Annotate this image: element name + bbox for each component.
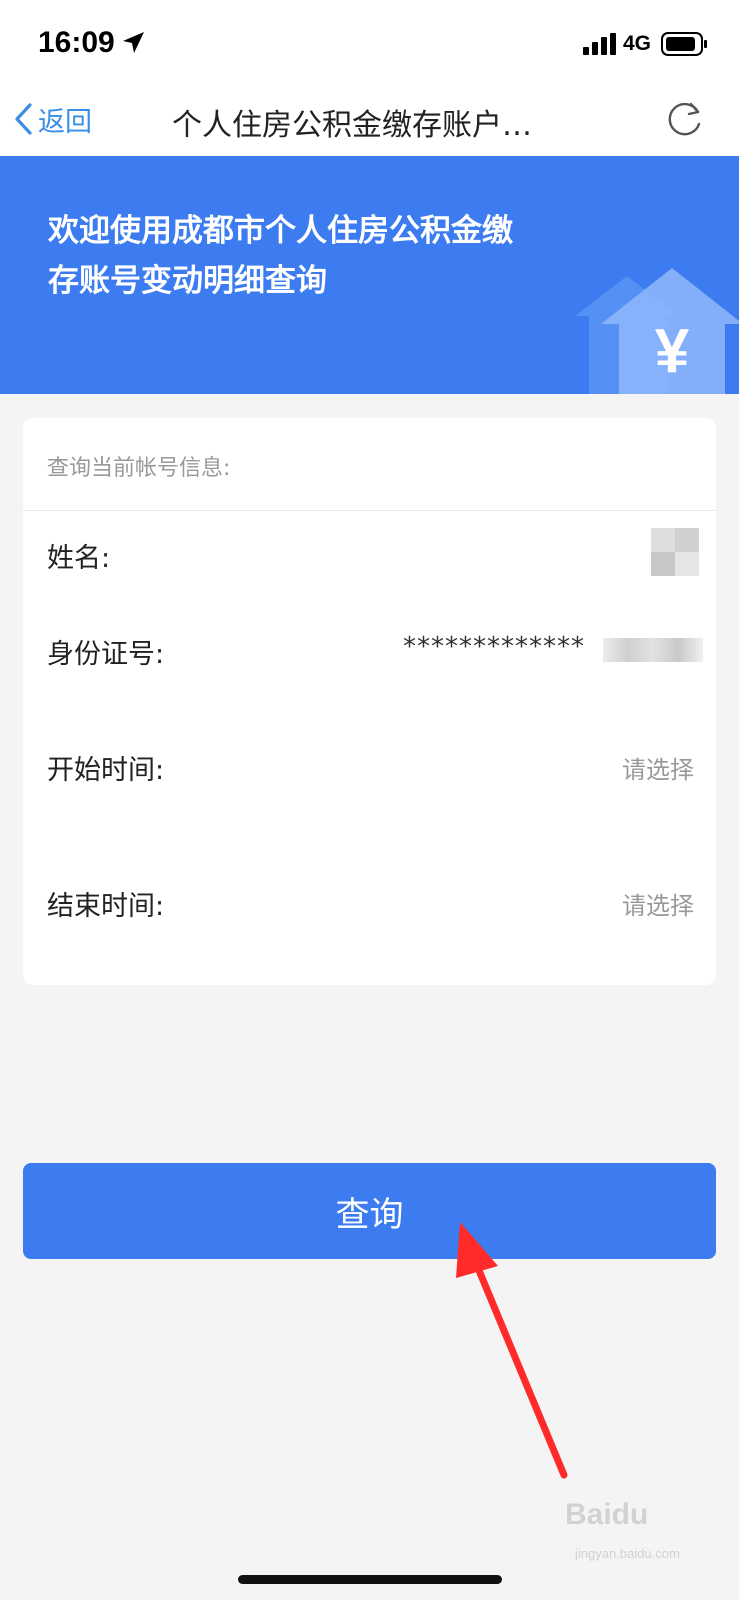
- battery-icon: [661, 32, 707, 56]
- banner-title-line-2: 存账号变动明细查询: [48, 263, 327, 299]
- page-title: 个人住房公积金缴存账户…: [172, 108, 532, 143]
- card-header: 查询当前帐号信息:: [23, 418, 716, 511]
- end-time-label: 结束时间:: [47, 891, 165, 922]
- id-number-value: *************: [403, 632, 585, 662]
- status-time: 16:09: [38, 26, 115, 59]
- card-header-text: 查询当前帐号信息:: [47, 456, 231, 481]
- annotation-arrow-icon: [456, 1222, 568, 1479]
- baidu-watermark: Baidu: [565, 1498, 649, 1531]
- home-indicator[interactable]: [238, 1575, 502, 1584]
- nav-bar: 返回 个人住房公积金缴存账户…: [0, 84, 739, 156]
- back-button[interactable]: 返回: [12, 96, 92, 142]
- id-number-redaction: [603, 638, 703, 662]
- welcome-banner: 欢迎使用成都市个人住房公积金缴 存账号变动明细查询 ¥: [0, 156, 739, 394]
- query-button[interactable]: 查询: [23, 1163, 716, 1259]
- network-type: 4G: [623, 32, 652, 55]
- back-label: 返回: [38, 106, 92, 138]
- name-label: 姓名:: [47, 543, 111, 574]
- start-time-picker[interactable]: 请选择: [622, 750, 694, 785]
- refresh-icon[interactable]: [665, 98, 705, 138]
- status-bar: 16:09 4G: [0, 0, 739, 84]
- yuan-symbol: ¥: [655, 317, 690, 386]
- start-time-label: 开始时间:: [47, 755, 165, 786]
- banner-title-line-1: 欢迎使用成都市个人住房公积金缴: [48, 213, 513, 249]
- baidu-watermark-url: jingyan.baidu.com: [575, 1546, 680, 1561]
- end-time-picker[interactable]: 请选择: [622, 886, 694, 921]
- name-value-redacted: [641, 528, 701, 576]
- chevron-left-icon: [15, 103, 32, 135]
- signal-icon: [583, 33, 616, 55]
- house-yuan-icon: ¥: [575, 268, 739, 394]
- banner-title: 欢迎使用成都市个人住房公积金缴 存账号变动明细查询: [48, 206, 568, 306]
- location-arrow-icon: [123, 32, 144, 53]
- id-number-label: 身份证号:: [47, 639, 165, 670]
- account-info-card: 查询当前帐号信息: 姓名: 身份证号: ************* 开始时间: …: [23, 418, 716, 985]
